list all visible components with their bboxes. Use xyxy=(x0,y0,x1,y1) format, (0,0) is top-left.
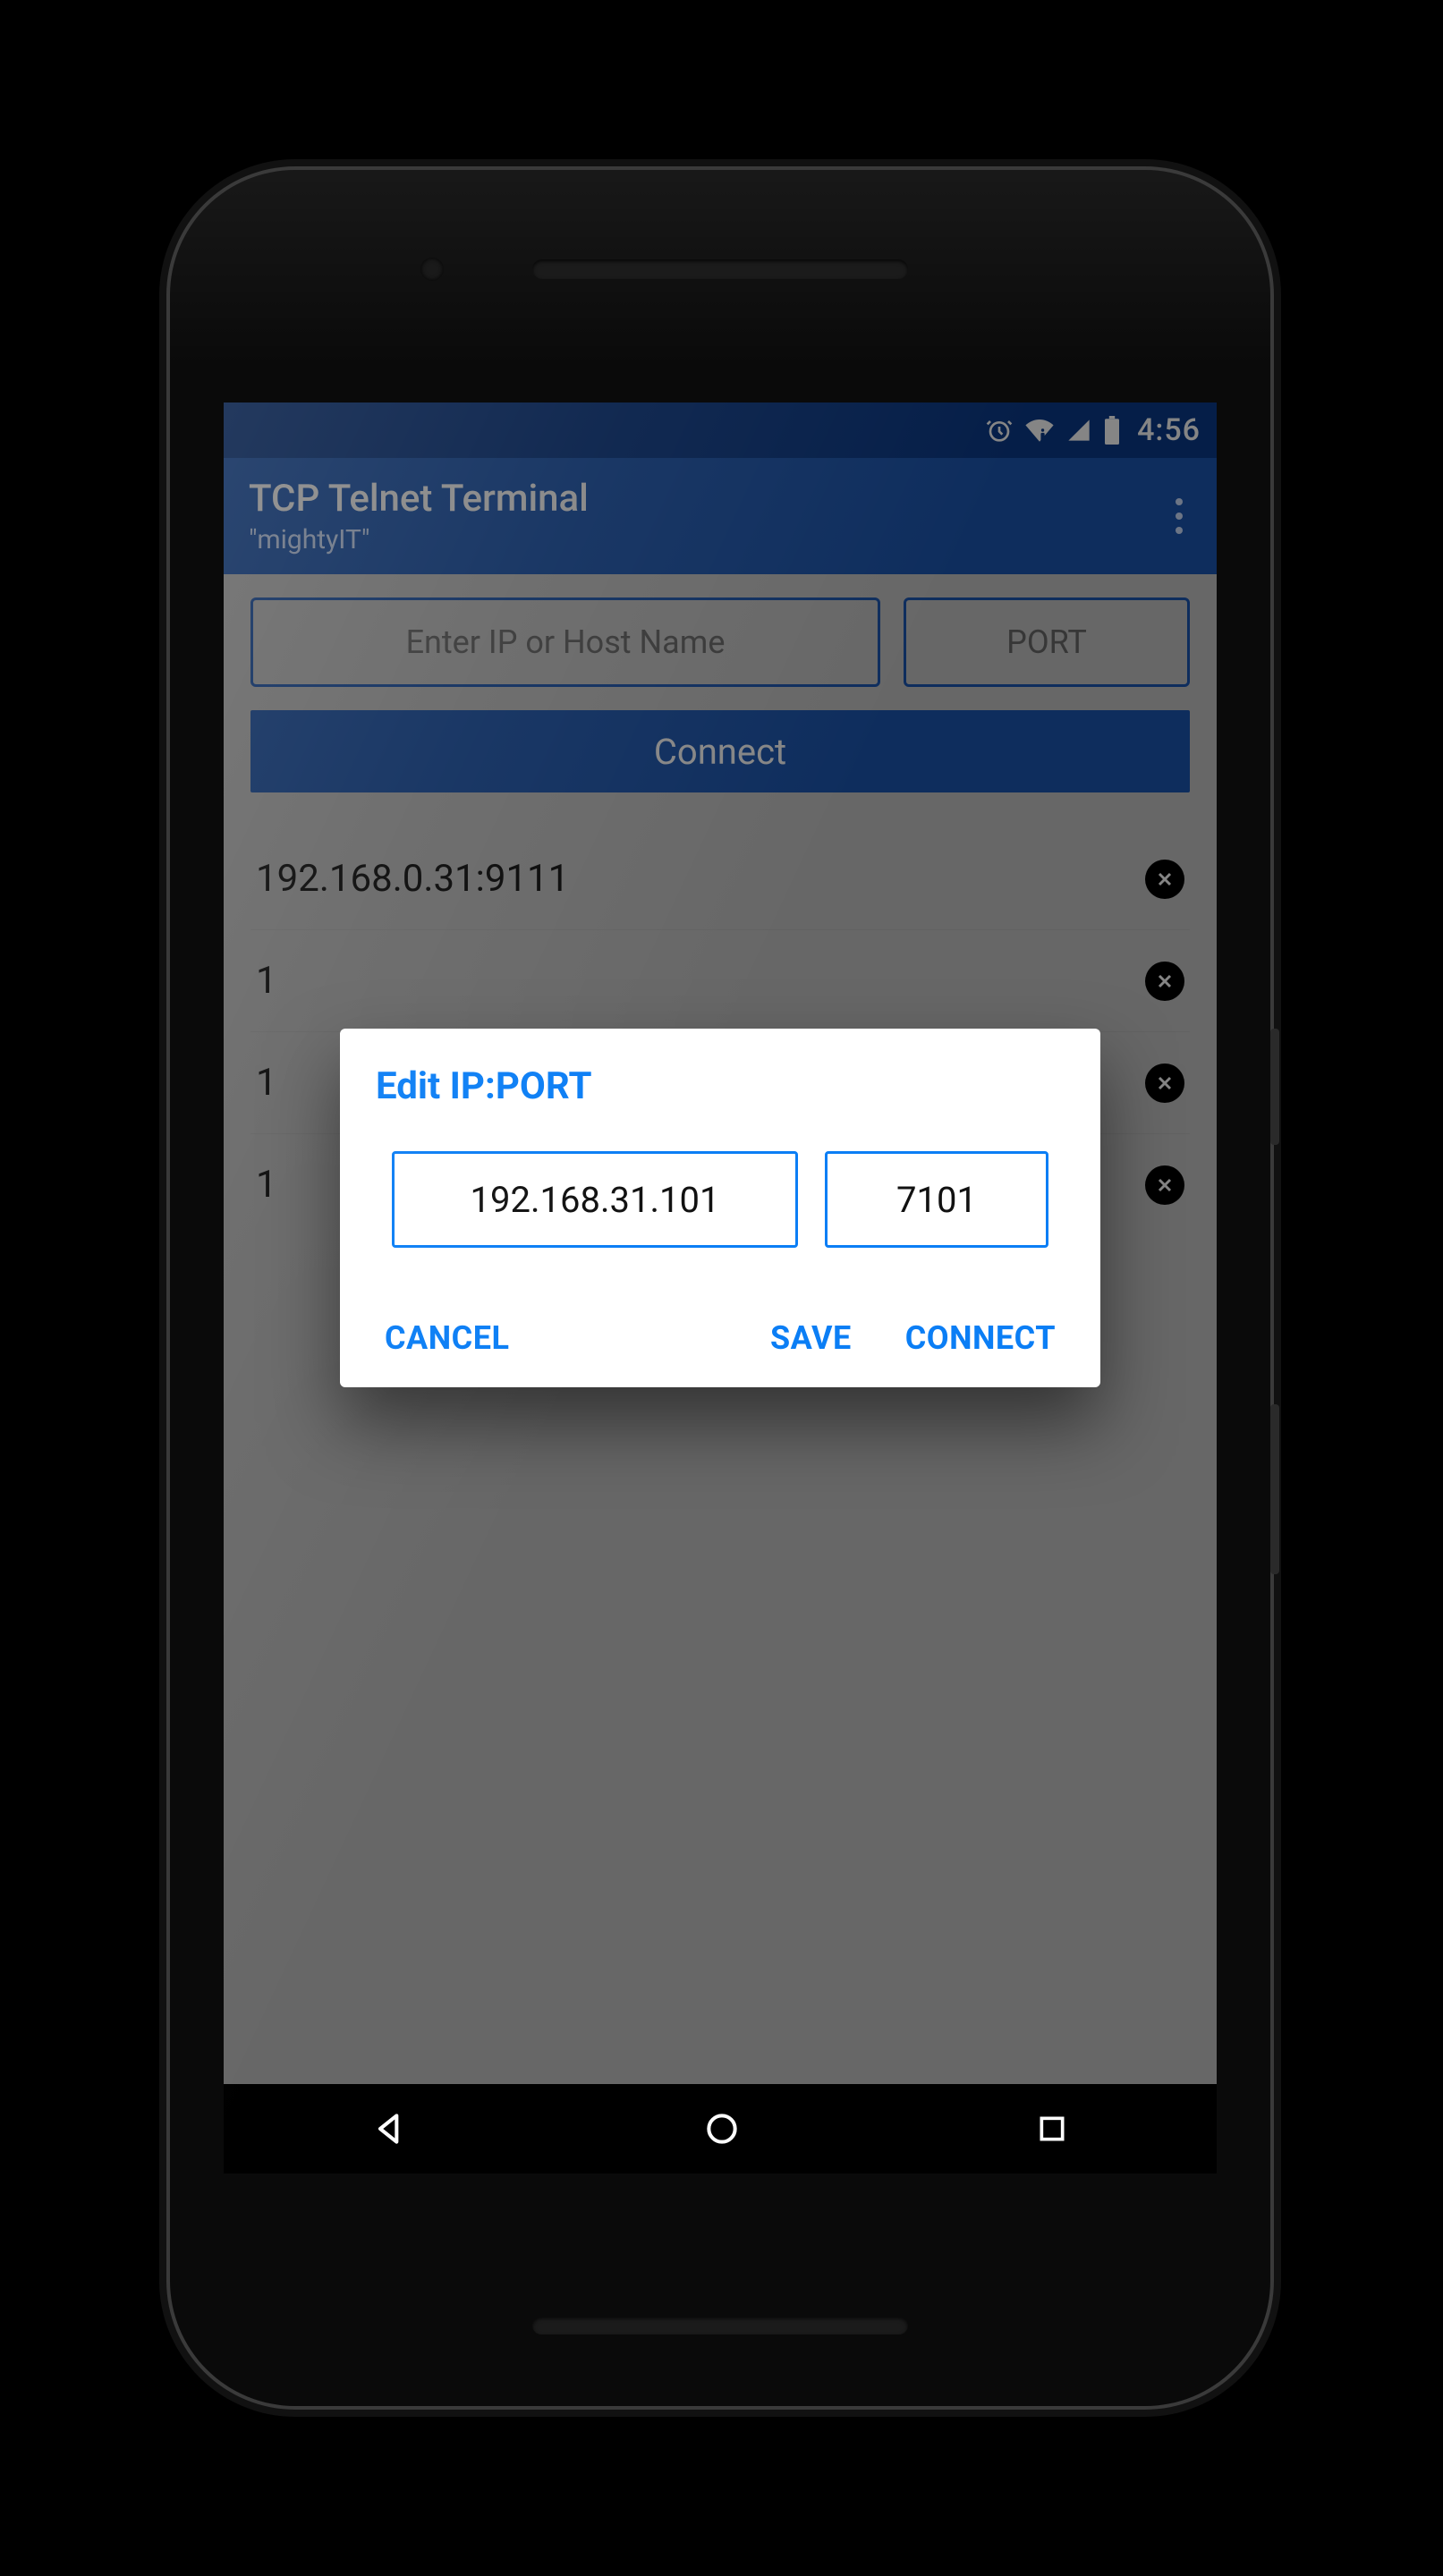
dialog-port-value: 7101 xyxy=(896,1179,977,1221)
phone-frame: 4:56 TCP Telnet Terminal "mightyIT" Ente… xyxy=(170,170,1270,2406)
phone-speaker xyxy=(532,2317,908,2334)
cancel-label: CANCEL xyxy=(385,1319,509,1357)
nav-back-icon[interactable] xyxy=(370,2109,410,2148)
dialog-port-input[interactable]: 7101 xyxy=(825,1151,1048,1248)
cancel-button[interactable]: CANCEL xyxy=(385,1319,509,1357)
dialog-ip-value: 192.168.31.101 xyxy=(471,1179,720,1221)
phone-side-button xyxy=(1270,1029,1279,1145)
screen: 4:56 TCP Telnet Terminal "mightyIT" Ente… xyxy=(224,402,1217,2174)
save-label: SAVE xyxy=(770,1319,852,1357)
dialog-connect-button[interactable]: CONNECT xyxy=(905,1319,1056,1357)
edit-ip-port-dialog: Edit IP:PORT 192.168.31.101 7101 CANCEL xyxy=(340,1029,1100,1387)
stage: 4:56 TCP Telnet Terminal "mightyIT" Ente… xyxy=(0,0,1443,2576)
dialog-title: Edit IP:PORT xyxy=(376,1064,1065,1108)
save-button[interactable]: SAVE xyxy=(770,1319,852,1357)
dialog-connect-label: CONNECT xyxy=(905,1319,1056,1357)
phone-side-button xyxy=(1270,1404,1279,1574)
android-nav-bar xyxy=(224,2084,1217,2174)
phone-camera xyxy=(420,258,444,281)
nav-home-icon[interactable] xyxy=(702,2109,742,2148)
nav-recents-icon[interactable] xyxy=(1034,2111,1070,2147)
dialog-ip-input[interactable]: 192.168.31.101 xyxy=(392,1151,798,1248)
phone-earpiece xyxy=(532,259,908,279)
